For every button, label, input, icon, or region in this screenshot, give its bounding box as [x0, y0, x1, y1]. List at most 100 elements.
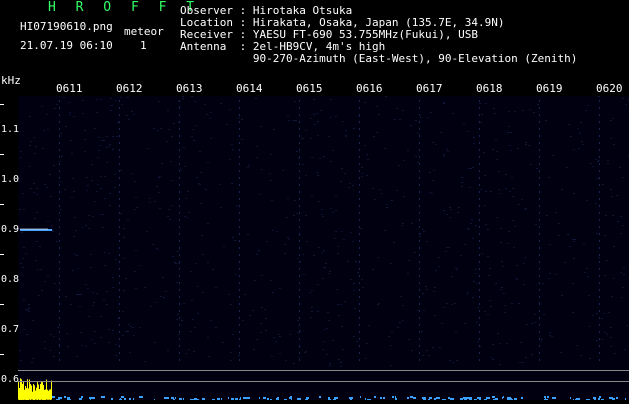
noise-bar-column — [43, 385, 44, 401]
noise-dot — [613, 278, 615, 279]
noise-dot — [132, 327, 134, 328]
noise-dot — [247, 234, 249, 235]
time-mark — [539, 282, 540, 284]
noise-dot — [125, 331, 127, 332]
noise-dot — [47, 129, 49, 130]
noise-speck — [92, 397, 95, 399]
noise-dot — [499, 193, 501, 194]
noise-dot — [432, 347, 434, 348]
noise-dot — [42, 148, 44, 149]
noise-dot — [104, 252, 106, 253]
noise-dot — [183, 147, 185, 148]
noise-dot — [399, 119, 401, 120]
time-mark — [119, 317, 120, 319]
time-mark — [479, 177, 480, 179]
time-mark — [599, 170, 600, 172]
noise-dot — [241, 119, 243, 120]
time-mark — [119, 156, 120, 158]
noise-dot — [328, 320, 330, 321]
noise-dot — [98, 150, 100, 151]
noise-dot — [523, 284, 525, 285]
noise-dot — [337, 246, 339, 247]
noise-dot — [488, 275, 490, 276]
time-mark — [359, 198, 360, 200]
time-mark — [239, 282, 240, 284]
noise-dot — [574, 239, 576, 240]
noise-speck — [246, 397, 250, 399]
noise-dot — [466, 294, 468, 295]
noise-dot — [187, 191, 189, 192]
time-mark — [359, 296, 360, 298]
time-mark — [179, 261, 180, 263]
noise-dot — [200, 203, 202, 204]
time-mark — [59, 282, 60, 284]
time-mark — [59, 240, 60, 242]
noise-bar-column — [45, 389, 46, 401]
noise-dot — [572, 283, 574, 284]
noise-dot — [509, 191, 511, 192]
noise-dot — [103, 299, 105, 300]
noise-dot — [573, 241, 575, 242]
noise-dot — [299, 330, 301, 331]
noise-dot — [408, 339, 410, 340]
noise-dot — [163, 297, 165, 298]
noise-dot — [361, 279, 363, 280]
time-mark — [599, 296, 600, 298]
time-mark — [59, 219, 60, 221]
noise-dot — [531, 323, 533, 324]
noise-dot — [122, 335, 124, 336]
noise-dot — [430, 112, 432, 113]
noise-dot — [57, 327, 59, 328]
time-mark — [419, 317, 420, 319]
time-mark — [599, 289, 600, 291]
time-mark — [359, 149, 360, 151]
noise-dot — [271, 200, 273, 201]
noise-dot — [303, 274, 305, 275]
time-mark — [239, 254, 240, 256]
noise-dot — [323, 267, 325, 268]
noise-dot — [604, 235, 606, 236]
time-mark — [299, 289, 300, 291]
noise-dot — [114, 174, 116, 175]
noise-dot — [106, 162, 108, 163]
time-mark — [59, 198, 60, 200]
noise-dot — [390, 263, 392, 264]
noise-speck — [609, 397, 613, 399]
noise-dot — [542, 283, 544, 284]
noise-dot — [606, 260, 608, 261]
time-mark — [239, 289, 240, 291]
time-mark — [419, 128, 420, 130]
freq-minor-tick — [0, 254, 4, 255]
time-tick-0612: 0612 — [116, 82, 143, 95]
time-mark — [59, 317, 60, 319]
time-mark — [179, 191, 180, 193]
noise-dot — [353, 290, 355, 291]
noise-dot — [338, 315, 340, 316]
noise-speck — [492, 396, 494, 398]
noise-dot — [90, 254, 92, 255]
noise-dot — [318, 247, 320, 248]
time-mark — [539, 324, 540, 326]
time-mark — [119, 149, 120, 151]
time-mark — [59, 128, 60, 130]
time-mark — [479, 331, 480, 333]
noise-dot — [179, 106, 181, 107]
time-mark — [179, 310, 180, 312]
time-mark — [239, 331, 240, 333]
time-mark — [539, 331, 540, 333]
time-mark — [359, 170, 360, 172]
noise-dot — [516, 279, 518, 280]
reference-line-upper — [18, 370, 629, 371]
time-mark — [59, 303, 60, 305]
noise-dot — [125, 278, 127, 279]
noise-dot — [407, 150, 409, 151]
time-mark — [239, 107, 240, 109]
time-mark — [359, 303, 360, 305]
time-mark — [419, 359, 420, 361]
time-mark — [299, 338, 300, 340]
noise-dot — [317, 135, 319, 136]
noise-dot — [279, 336, 281, 337]
noise-dot — [270, 280, 272, 281]
noise-dot — [194, 101, 196, 102]
noise-dot — [43, 130, 45, 131]
